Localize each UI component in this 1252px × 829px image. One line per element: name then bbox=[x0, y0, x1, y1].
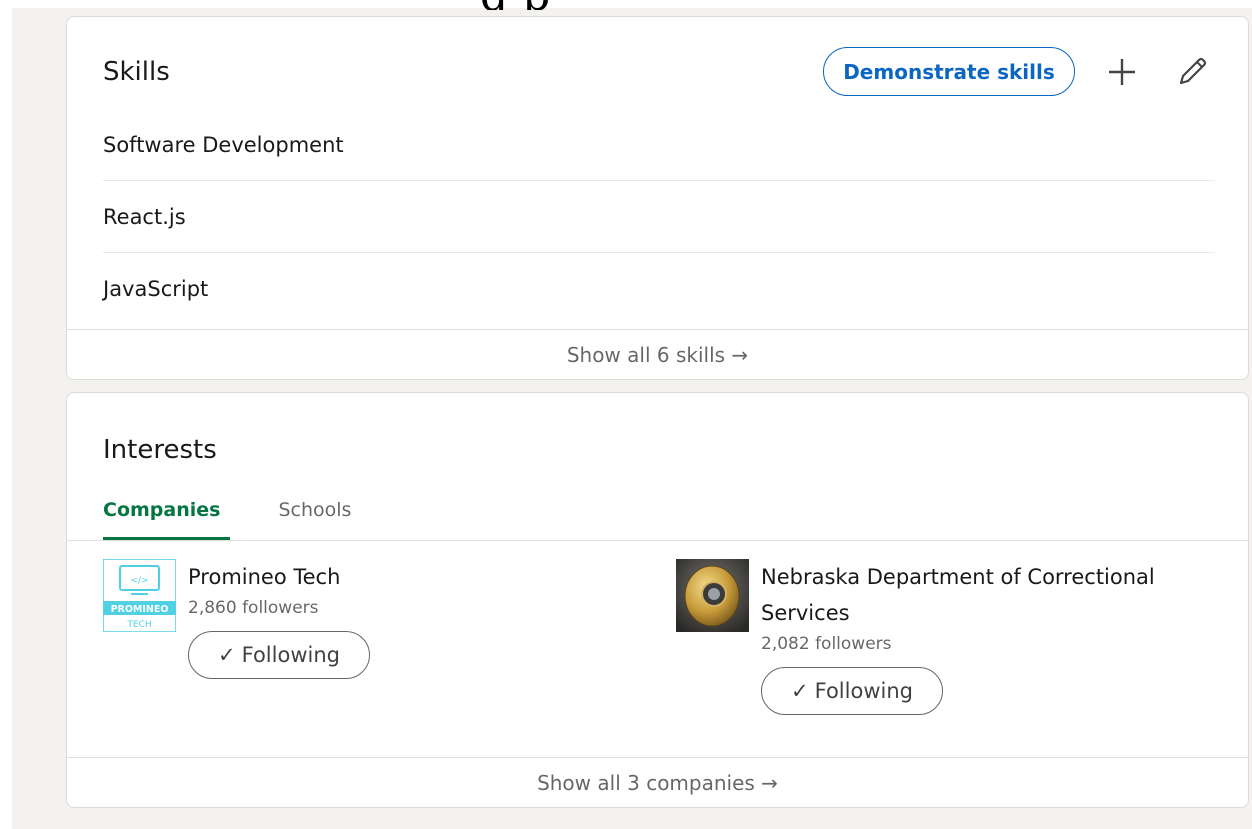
promineo-logo[interactable]: </> PROMINEO TECH bbox=[102, 558, 177, 633]
show-all-companies-link[interactable]: Show all 3 companies → bbox=[67, 757, 1248, 807]
skill-item[interactable]: Software Development bbox=[103, 109, 1215, 181]
skill-list: Software Development React.js JavaScript bbox=[103, 109, 1215, 325]
check-icon: ✓ bbox=[218, 643, 236, 667]
skill-item[interactable]: React.js bbox=[103, 181, 1215, 253]
interests-title: Interests bbox=[103, 435, 217, 465]
plus-icon bbox=[1109, 59, 1135, 85]
tabs-divider bbox=[67, 540, 1248, 541]
show-all-skills-link[interactable]: Show all 6 skills → bbox=[67, 329, 1248, 379]
following-label: Following bbox=[241, 643, 340, 667]
followers-count: 2,860 followers bbox=[188, 598, 319, 618]
badge-logo[interactable] bbox=[676, 559, 749, 632]
interests-tabs: Companies Schools bbox=[103, 485, 409, 540]
svg-text:</>: </> bbox=[130, 576, 148, 586]
followers-count: 2,082 followers bbox=[761, 634, 892, 654]
cutoff-heading-text: g p bbox=[480, 0, 1180, 10]
add-skill-button[interactable] bbox=[1101, 51, 1143, 93]
pencil-icon bbox=[1179, 57, 1207, 85]
following-button[interactable]: ✓ Following bbox=[188, 631, 370, 679]
check-icon: ✓ bbox=[791, 679, 809, 703]
svg-text:TECH: TECH bbox=[126, 620, 151, 630]
demonstrate-skills-button[interactable]: Demonstrate skills bbox=[823, 47, 1075, 96]
skills-card: Skills Demonstrate skills Software Devel… bbox=[66, 16, 1249, 380]
following-label: Following bbox=[814, 679, 913, 703]
svg-text:PROMINEO: PROMINEO bbox=[111, 604, 169, 615]
skills-title: Skills bbox=[103, 57, 170, 87]
following-button[interactable]: ✓ Following bbox=[761, 667, 943, 715]
tab-companies[interactable]: Companies bbox=[103, 485, 231, 540]
edit-skills-button[interactable] bbox=[1171, 51, 1213, 93]
interests-card: Interests Companies Schools </> PROMINEO… bbox=[66, 392, 1249, 808]
company-name[interactable]: Promineo Tech bbox=[188, 559, 628, 595]
company-name[interactable]: Nebraska Department of Correctional Serv… bbox=[761, 559, 1201, 631]
skill-item[interactable]: JavaScript bbox=[103, 253, 1215, 325]
tab-schools[interactable]: Schools bbox=[278, 485, 351, 535]
